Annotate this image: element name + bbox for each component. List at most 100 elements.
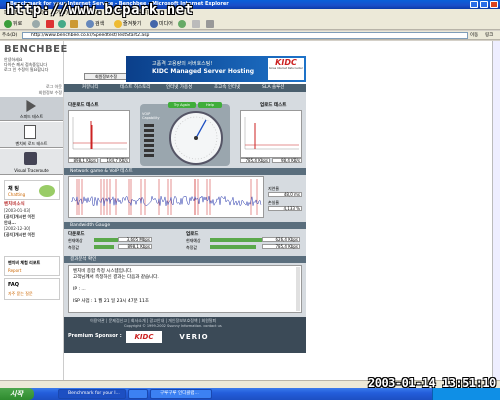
favorites-button[interactable]: 즐겨찾기 — [112, 19, 143, 29]
sponsor-verio[interactable]: VERIO — [176, 331, 212, 343]
upload-graph — [240, 110, 302, 158]
copyright: Copyright © 1999-2002 Ssunny Information… — [124, 324, 222, 328]
nav-test-history[interactable]: 테스트 히스토리 — [120, 84, 150, 92]
site-logo[interactable]: BENCHBEE — [4, 44, 68, 55]
mail-icon — [192, 19, 200, 28]
voip-meter — [144, 124, 154, 158]
faq-subtitle: 자주 묻는 질문 — [8, 291, 33, 296]
main-nav: 커뮤니티 테스트 히스토리 인터넷 가용성 초고속 인터넷 SLA 솔루션 — [64, 84, 306, 92]
chat-icon — [39, 185, 55, 197]
maximize-button[interactable] — [480, 1, 488, 8]
bw-download-title: 다운로드 — [68, 232, 85, 237]
report-subtitle: Report — [8, 268, 22, 273]
footer-link[interactable]: 개인정보보호정책 — [168, 318, 197, 323]
upload-graph-svg — [244, 117, 299, 150]
address-input[interactable]: http://www.benchbee.co.kr/Speedtest/Test… — [22, 32, 468, 39]
media-button[interactable]: 미디어 — [148, 19, 175, 29]
page-scrollbar[interactable] — [492, 41, 500, 380]
site-footer: 이용약관 | 문제점신고 | 회사소개 | 광고안내 | 개인정보보호정책 | … — [64, 317, 306, 353]
faq-box[interactable]: FAQ 자주 묻는 질문 — [4, 278, 60, 300]
footer-link[interactable]: 회사소개 — [131, 318, 146, 323]
back-label: 뒤로 — [13, 21, 23, 27]
print-button[interactable] — [204, 19, 217, 29]
history-button[interactable] — [176, 19, 189, 29]
result-textarea[interactable]: 벤치비 종합 측정 시스템입니다. 고객님께서 측정하신 결과는 다음과 같습니… — [68, 265, 302, 313]
nav-community[interactable]: 커뮤니티 — [82, 84, 99, 92]
search-icon — [86, 19, 94, 28]
voip-trace — [70, 195, 262, 207]
watermark-text: http://www.bcpark.net — [6, 2, 194, 18]
bw-upload-measured-bar — [210, 245, 256, 249]
edit-profile-button[interactable]: 회원정보수정 — [84, 73, 128, 80]
bw-download-row-label: 현재예상 — [68, 238, 83, 243]
nav-sla[interactable]: SLA 솔루션 — [262, 84, 284, 92]
home-icon — [70, 19, 78, 28]
side-menu-traceroute[interactable]: Visual Traceroute — [0, 149, 63, 175]
stop-icon — [46, 19, 54, 28]
cursor-icon — [26, 100, 36, 112]
document-icon — [24, 125, 36, 139]
report-box[interactable]: 벤치비 체험 리포트 Report — [4, 256, 60, 276]
chat-box[interactable]: 채 팅 Chatting — [4, 180, 60, 200]
close-button[interactable] — [490, 1, 498, 8]
bw-upload-row-label: 현재예상 — [186, 238, 201, 243]
result-header: 결과분석 확인 — [64, 256, 306, 263]
footer-link[interactable]: 광고안내 — [150, 318, 165, 323]
footer-link[interactable]: 회원탈퇴 — [202, 318, 217, 323]
media-label: 미디어 — [159, 21, 173, 27]
home-button[interactable] — [68, 19, 81, 29]
forward-button[interactable] — [30, 19, 43, 29]
nav-availability[interactable]: 인터넷 가용성 — [166, 84, 192, 92]
download-graph — [68, 110, 130, 158]
minimize-button[interactable] — [470, 1, 478, 8]
footer-link[interactable]: 이용약관 — [90, 318, 105, 323]
search-button[interactable]: 검색 — [84, 19, 106, 29]
news-item[interactable]: [공지]개시판 이전 — [4, 232, 60, 238]
bw-upload-expected-bar — [210, 238, 262, 242]
side-menu-loadtest[interactable]: 벤치비 로드 테스트 — [0, 122, 63, 148]
mail-button[interactable] — [190, 19, 203, 29]
side-menu-loadtest-label: 벤치비 로드 테스트 — [15, 141, 48, 146]
bw-upload-row-label: 측정값 — [186, 245, 198, 250]
bw-download-expected: 3,605 Mbps — [118, 237, 152, 242]
search-label: 검색 — [95, 21, 105, 27]
sponsor-label: Premium Sponsor : — [68, 333, 122, 339]
upload-test-title: 업로드 테스트 — [260, 103, 287, 108]
voip-test-header: Network game & VoIP 테스트 — [64, 168, 306, 175]
banner-line-2: KIDC Managed Server Hosting — [152, 68, 255, 75]
bw-download-measured-bar — [94, 245, 114, 249]
sponsor-kidc[interactable]: KIDC — [126, 331, 162, 343]
address-bar: 주소(D) http://www.benchbee.co.kr/Speedtes… — [0, 31, 500, 40]
result-line: ISP 사업 : 1 월 21 일 23시 47분 11초 — [73, 299, 150, 304]
footer-link[interactable]: 문제점신고 — [109, 318, 127, 323]
go-button[interactable]: 이동 — [470, 32, 478, 38]
links-button[interactable]: 링크 — [485, 32, 493, 38]
bw-upload-expected: 626,4 Kbps — [262, 237, 300, 242]
side-menu-traceroute-label: Visual Traceroute — [14, 168, 49, 173]
voip-graph — [68, 176, 264, 218]
result-scrollbar[interactable] — [296, 267, 300, 311]
side-tab-edit[interactable]: 회원정보 수정 — [4, 90, 62, 97]
star-icon — [114, 19, 122, 28]
nav-broadband[interactable]: 초고속 인터넷 — [214, 84, 240, 92]
side-menu-speedtest[interactable]: 스피드 테스트 — [0, 97, 63, 121]
task-club[interactable]: 구루구루 인디클럽... — [150, 389, 212, 399]
download-kbs: 104,7 KB/s — [100, 158, 130, 163]
start-button[interactable]: 시작 — [0, 388, 34, 400]
banner-line-1: 고품격 고용량의 서버호스팅! — [152, 61, 213, 67]
voip-graph-svg — [70, 179, 262, 215]
history-icon — [178, 19, 186, 28]
system-tray — [432, 388, 500, 400]
back-button[interactable]: 뒤로 — [2, 19, 24, 29]
download-graph-svg — [72, 117, 127, 150]
banner-logo-box: KIDC Korea Internet Data Center — [268, 58, 304, 80]
task-benchbee[interactable]: Benchmark for your I... — [58, 389, 126, 399]
kidc-banner[interactable]: 고품격 고용량의 서버호스팅! KIDC Managed Server Host… — [126, 56, 306, 82]
bw-download-measured: 898,1 Kbps — [118, 244, 152, 249]
monitor-icon — [24, 152, 37, 165]
login-status: 안녕하세요 다이슨 께서 접속중입니다 로그 인 수정이 필요합니다 — [4, 57, 48, 72]
forward-arrow-icon — [32, 19, 40, 28]
toolbar: 뒤로 검색 즐겨찾기 미디어 — [0, 18, 500, 30]
chat-subtitle: Chatting — [8, 192, 26, 197]
task-blank[interactable] — [128, 389, 148, 399]
